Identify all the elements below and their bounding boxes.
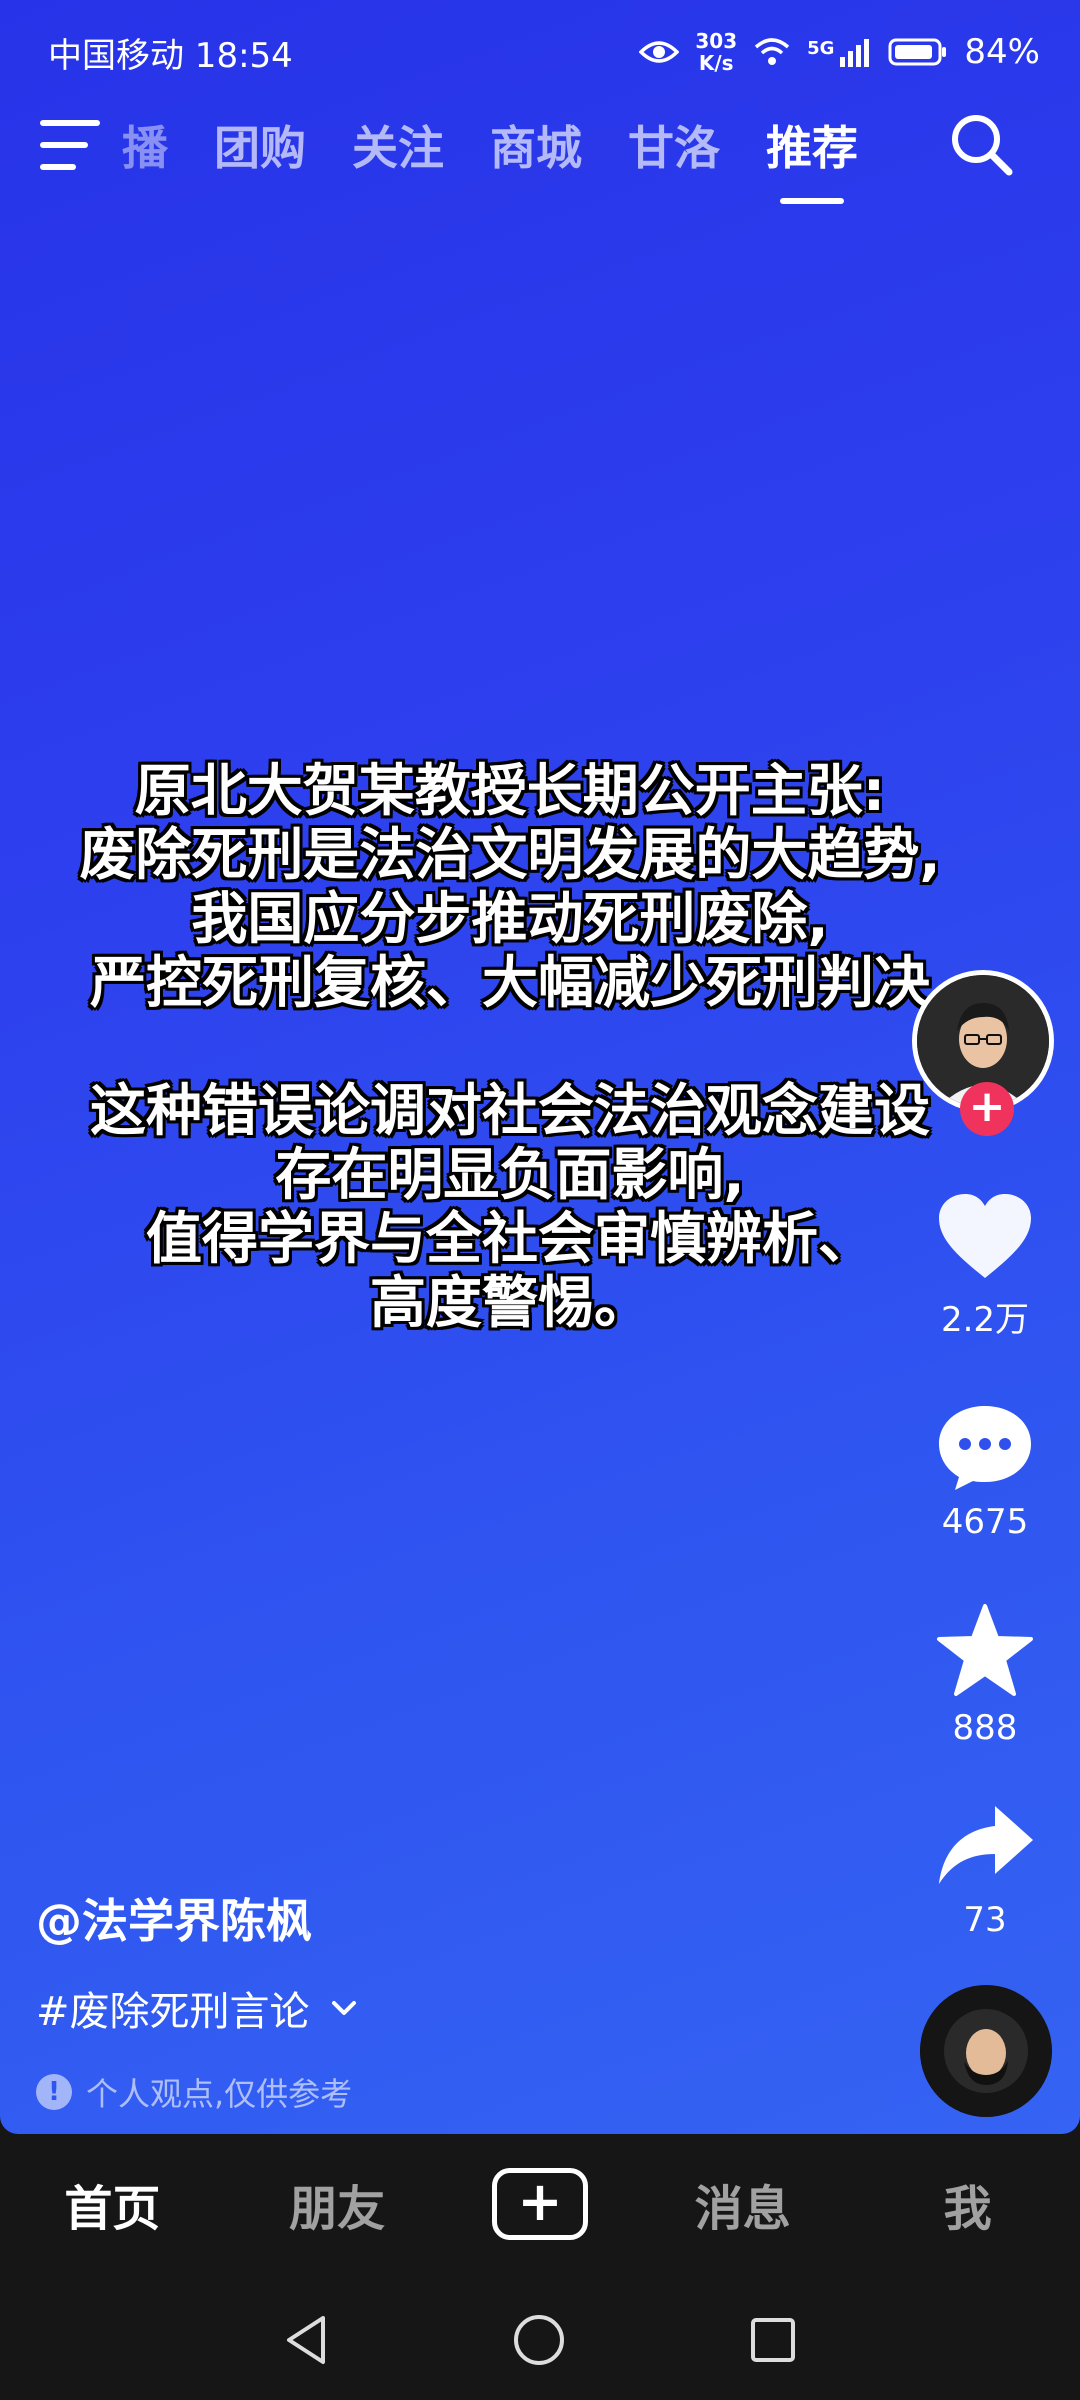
eye-icon xyxy=(639,41,680,63)
overlay-line: 这种错误论调对社会法治观念建设 xyxy=(90,1079,930,1144)
disclaimer-text: 个人观点,仅供参考 xyxy=(86,2075,353,2113)
video-overlay-text: 原北大贺某教授长期公开主张: 废除死刑是法治文明发展的大趋势, 我国应分步推动死… xyxy=(10,760,1010,1336)
tab-live[interactable]: 播 xyxy=(122,112,168,178)
recents-icon[interactable] xyxy=(747,2314,799,2366)
author-avatar[interactable]: + xyxy=(912,970,1054,1136)
share-icon xyxy=(939,1806,1033,1884)
author-name[interactable]: @法学界陈枫 xyxy=(36,1885,358,1951)
like-count: 2.2万 xyxy=(940,1300,1030,1340)
top-nav: 播 团购 关注 商城 甘洛 推荐 xyxy=(40,105,1040,204)
status-bar: 中国移动 18:54 303 K/s 5G 84% xyxy=(48,22,1040,82)
comment-icon xyxy=(939,1406,1031,1490)
tab-mall[interactable]: 商城 xyxy=(490,112,582,178)
tab-following[interactable]: 关注 xyxy=(352,112,444,178)
chevron-down-icon[interactable] xyxy=(330,1999,358,2017)
overlay-line: 高度警惕。 xyxy=(370,1271,650,1336)
like-action[interactable]: 2.2万 xyxy=(910,1190,1060,1341)
menu-icon[interactable] xyxy=(40,120,104,170)
hashtag-row[interactable]: #废除死刑言论 xyxy=(36,1979,358,2037)
nav-messages[interactable]: 消息 xyxy=(673,2169,813,2239)
video-caption: @法学界陈枫 #废除死刑言论 ! 个人观点,仅供参考 xyxy=(36,1885,358,2115)
battery-icon xyxy=(888,38,947,66)
wifi-icon xyxy=(754,38,790,65)
overlay-line: 我国应分步推动死刑废除, xyxy=(191,887,829,952)
battery-level: 84% xyxy=(964,32,1040,72)
tab-group-buy[interactable]: 团购 xyxy=(214,112,306,178)
nav-home[interactable]: 首页 xyxy=(42,2169,182,2239)
network-type: 5G xyxy=(807,38,835,59)
system-nav-bar xyxy=(0,2290,1080,2390)
music-disc[interactable] xyxy=(920,1985,1052,2117)
nav-me[interactable]: 我 xyxy=(898,2169,1038,2239)
tab-recommend[interactable]: 推荐 xyxy=(766,112,858,204)
home-icon[interactable] xyxy=(511,2312,567,2368)
search-icon[interactable] xyxy=(946,109,1016,179)
star-icon xyxy=(937,1604,1033,1696)
tab-local[interactable]: 甘洛 xyxy=(628,112,720,178)
back-icon[interactable] xyxy=(281,2312,331,2368)
favorite-count: 888 xyxy=(952,1708,1018,1748)
network-speed: 303 K/s xyxy=(695,29,738,75)
info-icon: ! xyxy=(36,2074,72,2110)
disclaimer: ! 个人观点,仅供参考 xyxy=(36,2069,358,2115)
video-player[interactable]: 中国移动 18:54 303 K/s 5G 84% 播 团购 关注 商城 甘洛 … xyxy=(0,0,1080,2134)
bottom-nav: 首页 朋友 + 消息 我 xyxy=(0,2134,1080,2274)
overlay-line: 存在明显负面影响, xyxy=(275,1143,745,1208)
hashtag[interactable]: #废除死刑言论 xyxy=(36,1979,310,2037)
signal-icon xyxy=(840,39,870,67)
share-action[interactable]: 73 xyxy=(910,1800,1060,1940)
comment-action[interactable]: 4675 xyxy=(910,1400,1060,1542)
carrier-time: 中国移动 18:54 xyxy=(48,35,293,76)
comment-count: 4675 xyxy=(941,1502,1029,1542)
favorite-action[interactable]: 888 xyxy=(910,1602,1060,1748)
overlay-line: 严控死刑复核、大幅减少死刑判决 xyxy=(90,951,930,1016)
share-count: 73 xyxy=(963,1900,1007,1940)
nav-friends[interactable]: 朋友 xyxy=(267,2169,407,2239)
overlay-line: 值得学界与全社会审慎辨析、 xyxy=(146,1207,874,1272)
follow-button[interactable]: + xyxy=(960,1082,1014,1136)
overlay-line: 原北大贺某教授长期公开主张: xyxy=(134,759,886,824)
overlay-line: 废除死刑是法治文明发展的大趋势, xyxy=(79,823,941,888)
create-button[interactable]: + xyxy=(491,2168,588,2240)
heart-icon xyxy=(939,1194,1031,1278)
